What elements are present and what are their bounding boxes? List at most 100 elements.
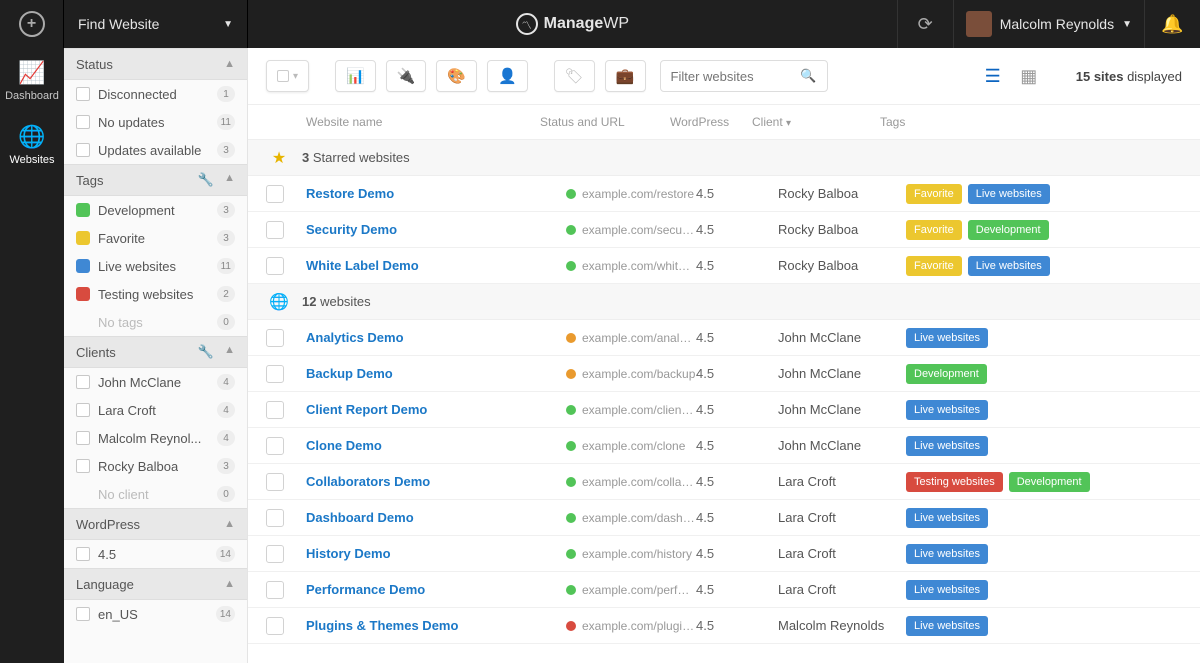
view-list-button[interactable]: ☰: [982, 65, 1004, 87]
refresh-button[interactable]: ⟳: [897, 0, 953, 48]
tag-pill[interactable]: Favorite: [906, 220, 962, 240]
rail-item-dashboard[interactable]: 📈Dashboard: [0, 48, 64, 112]
tag-pill[interactable]: Live websites: [906, 544, 988, 564]
website-name-link[interactable]: Plugins & Themes Demo: [306, 618, 566, 633]
website-name-link[interactable]: White Label Demo: [306, 258, 566, 273]
table-row[interactable]: White Label Demoexample.com/white-...4.5…: [248, 248, 1200, 284]
row-checkbox[interactable]: [266, 329, 284, 347]
row-checkbox[interactable]: [266, 221, 284, 239]
row-checkbox[interactable]: [266, 401, 284, 419]
table-row[interactable]: Security Demoexample.com/securi...4.5Roc…: [248, 212, 1200, 248]
filter-group-language[interactable]: Language▲: [64, 568, 247, 600]
tag-pill[interactable]: Live websites: [906, 328, 988, 348]
table-row[interactable]: History Demoexample.com/history4.5Lara C…: [248, 536, 1200, 572]
table-row[interactable]: Backup Demoexample.com/backup4.5John McC…: [248, 356, 1200, 392]
website-name-link[interactable]: Collaborators Demo: [306, 474, 566, 489]
table-row[interactable]: Performance Demoexample.com/perfor...4.5…: [248, 572, 1200, 608]
checkbox[interactable]: [76, 115, 90, 129]
tool-themes-button[interactable]: 🎨: [436, 60, 477, 92]
table-row[interactable]: Restore Demoexample.com/restore4.5Rocky …: [248, 176, 1200, 212]
website-name-link[interactable]: Security Demo: [306, 222, 566, 237]
find-website-dropdown[interactable]: Find Website ▼: [64, 0, 248, 48]
tag-pill[interactable]: Live websites: [906, 436, 988, 456]
view-grid-button[interactable]: ▦: [1018, 65, 1040, 87]
filter-option[interactable]: Live websites11: [64, 252, 247, 280]
row-checkbox[interactable]: [266, 581, 284, 599]
row-checkbox[interactable]: [266, 545, 284, 563]
tag-pill[interactable]: Development: [906, 364, 987, 384]
wrench-icon[interactable]: 🔧: [198, 172, 214, 188]
wrench-icon[interactable]: 🔧: [198, 344, 214, 360]
filter-option[interactable]: Testing websites2: [64, 280, 247, 308]
filter-option[interactable]: No updates11: [64, 108, 247, 136]
tag-pill[interactable]: Favorite: [906, 256, 962, 276]
tool-clients-button[interactable]: 💼: [605, 60, 646, 92]
tool-plugins-button[interactable]: 🔌: [386, 60, 427, 92]
tag-pill[interactable]: Live websites: [906, 616, 988, 636]
col-tags[interactable]: Tags: [880, 115, 1182, 129]
website-name-link[interactable]: History Demo: [306, 546, 566, 561]
filter-group-clients[interactable]: Clients🔧▲: [64, 336, 247, 368]
filter-option[interactable]: Favorite3: [64, 224, 247, 252]
tool-users-button[interactable]: 👤: [487, 60, 528, 92]
filter-option[interactable]: Lara Croft4: [64, 396, 247, 424]
tag-pill[interactable]: Live websites: [968, 184, 1050, 204]
filter-option[interactable]: en_US14: [64, 600, 247, 628]
search-input[interactable]: [671, 69, 791, 84]
checkbox[interactable]: [76, 87, 90, 101]
website-name-link[interactable]: Client Report Demo: [306, 402, 566, 417]
website-name-link[interactable]: Analytics Demo: [306, 330, 566, 345]
filter-group-tags[interactable]: Tags🔧▲: [64, 164, 247, 196]
col-client[interactable]: Client ▾: [752, 115, 880, 129]
checkbox[interactable]: [76, 375, 90, 389]
col-website-name[interactable]: Website name: [306, 115, 540, 129]
tag-pill[interactable]: Live websites: [906, 400, 988, 420]
row-checkbox[interactable]: [266, 437, 284, 455]
checkbox[interactable]: [76, 459, 90, 473]
tag-pill[interactable]: Favorite: [906, 184, 962, 204]
row-checkbox[interactable]: [266, 185, 284, 203]
table-row[interactable]: Client Report Demoexample.com/client-...…: [248, 392, 1200, 428]
table-row[interactable]: Dashboard Demoexample.com/dashb...4.5Lar…: [248, 500, 1200, 536]
table-row[interactable]: Clone Demoexample.com/clone4.5John McCla…: [248, 428, 1200, 464]
table-row[interactable]: Analytics Demoexample.com/analyt...4.5Jo…: [248, 320, 1200, 356]
user-menu[interactable]: Malcolm Reynolds ▼: [953, 0, 1144, 48]
checkbox[interactable]: [76, 547, 90, 561]
add-site-button[interactable]: +: [0, 0, 64, 48]
filter-group-wordpress[interactable]: WordPress▲: [64, 508, 247, 540]
table-row[interactable]: Plugins & Themes Demoexample.com/plugin.…: [248, 608, 1200, 644]
website-name-link[interactable]: Restore Demo: [306, 186, 566, 201]
website-name-link[interactable]: Dashboard Demo: [306, 510, 566, 525]
col-status[interactable]: Status and URL: [540, 115, 670, 129]
filter-group-status[interactable]: Status▲: [64, 48, 247, 80]
tag-pill[interactable]: Testing websites: [906, 472, 1003, 492]
filter-option[interactable]: 4.514: [64, 540, 247, 568]
filter-websites-search[interactable]: 🔍: [660, 60, 828, 92]
tag-pill[interactable]: Live websites: [906, 580, 988, 600]
bulk-select-dropdown[interactable]: ▾: [266, 60, 309, 92]
filter-option[interactable]: Disconnected1: [64, 80, 247, 108]
row-checkbox[interactable]: [266, 473, 284, 491]
tag-pill[interactable]: Live websites: [968, 256, 1050, 276]
website-name-link[interactable]: Clone Demo: [306, 438, 566, 453]
website-name-link[interactable]: Performance Demo: [306, 582, 566, 597]
filter-option[interactable]: John McClane4: [64, 368, 247, 396]
table-row[interactable]: Collaborators Demoexample.com/collab...4…: [248, 464, 1200, 500]
row-checkbox[interactable]: [266, 257, 284, 275]
checkbox[interactable]: [76, 143, 90, 157]
checkbox[interactable]: [76, 403, 90, 417]
filter-option[interactable]: Rocky Balboa3: [64, 452, 247, 480]
filter-option[interactable]: Development3: [64, 196, 247, 224]
row-checkbox[interactable]: [266, 365, 284, 383]
tool-analytics-button[interactable]: 📊: [335, 60, 376, 92]
col-wordpress[interactable]: WordPress: [670, 115, 752, 129]
checkbox[interactable]: [76, 607, 90, 621]
rail-item-websites[interactable]: 🌐Websites: [0, 112, 64, 176]
tag-pill[interactable]: Live websites: [906, 508, 988, 528]
filter-option[interactable]: Malcolm Reynol...4: [64, 424, 247, 452]
row-checkbox[interactable]: [266, 617, 284, 635]
checkbox[interactable]: [76, 431, 90, 445]
notifications-button[interactable]: 🔔: [1144, 0, 1200, 48]
tool-tags-button[interactable]: 🏷: [554, 60, 595, 92]
website-name-link[interactable]: Backup Demo: [306, 366, 566, 381]
